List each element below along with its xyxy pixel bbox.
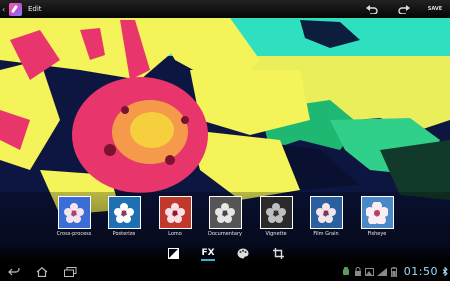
filter-documentary[interactable]: Documentary	[205, 196, 245, 242]
back-arrow-icon	[8, 267, 20, 275]
image-notification-icon	[364, 262, 376, 281]
home-icon	[36, 266, 48, 277]
cherry-blossom-icon	[114, 202, 134, 223]
crop-icon	[272, 247, 284, 259]
cherry-blossom-icon	[366, 201, 388, 224]
lock-icon	[352, 262, 364, 281]
back-caret-icon[interactable]: ‹	[2, 5, 8, 14]
cherry-blossom-icon	[316, 202, 336, 223]
filter-label: Vignette	[265, 231, 287, 237]
bluetooth-icon	[440, 262, 450, 281]
filter-thumbnail	[259, 196, 293, 229]
filter-lomo[interactable]: Lomo	[155, 196, 195, 242]
filter-posterize[interactable]: Posterize	[104, 196, 144, 242]
save-button[interactable]: SAVE	[420, 0, 450, 18]
filter-fisheye[interactable]: Fisheye	[357, 196, 397, 242]
filter-vignette[interactable]: Vignette	[256, 196, 296, 242]
recent-apps-icon	[63, 266, 76, 277]
filter-thumbnail	[107, 196, 141, 229]
back-nav-button[interactable]	[0, 262, 28, 281]
photo-editor-app-icon[interactable]	[9, 2, 22, 16]
home-nav-button[interactable]	[28, 262, 56, 281]
tab-adjust[interactable]	[158, 244, 188, 262]
filter-label: Documentary	[208, 231, 242, 237]
palette-icon	[237, 248, 249, 258]
filter-label: Cross-process	[56, 231, 92, 237]
android-notification-icon	[340, 262, 352, 281]
cherry-blossom-icon	[266, 202, 286, 223]
tab-fx[interactable]: FX	[193, 244, 223, 262]
battery-icon	[388, 262, 400, 281]
filter-label: Lomo	[168, 231, 182, 237]
tab-effects[interactable]	[228, 244, 258, 262]
undo-icon	[366, 4, 378, 14]
recent-apps-nav-button[interactable]	[56, 262, 84, 281]
filter-label: Film Grain	[313, 231, 339, 237]
filter-thumbnail	[360, 196, 394, 229]
undo-button[interactable]	[356, 0, 388, 18]
tab-crop[interactable]	[263, 244, 293, 262]
wifi-icon	[376, 262, 388, 281]
action-bar: ‹ Edit SAVE	[0, 0, 450, 18]
filter-label: Posterize	[112, 231, 136, 237]
system-navigation-bar: 01:50	[0, 262, 450, 281]
filter-film-grain[interactable]: Film Grain	[306, 196, 346, 242]
filter-thumbnail	[208, 196, 242, 229]
filter-thumbnail	[309, 196, 343, 229]
cherry-blossom-icon	[165, 202, 185, 223]
filter-thumbnail	[57, 196, 91, 229]
page-title: Edit	[28, 5, 42, 13]
cherry-blossom-icon	[64, 202, 84, 223]
redo-button[interactable]	[388, 0, 420, 18]
brightness-contrast-icon	[167, 247, 179, 259]
filter-tray: Cross-process Posterize Lomo Documentary	[0, 192, 450, 244]
edit-mode-bar: FX	[0, 244, 450, 262]
filter-thumbnail	[158, 196, 192, 229]
redo-icon	[398, 4, 410, 14]
filter-cross-process[interactable]: Cross-process	[54, 196, 94, 242]
cherry-blossom-icon	[215, 202, 235, 223]
status-clock: 01:50	[403, 265, 438, 278]
filter-label: Fisheye	[367, 231, 387, 237]
